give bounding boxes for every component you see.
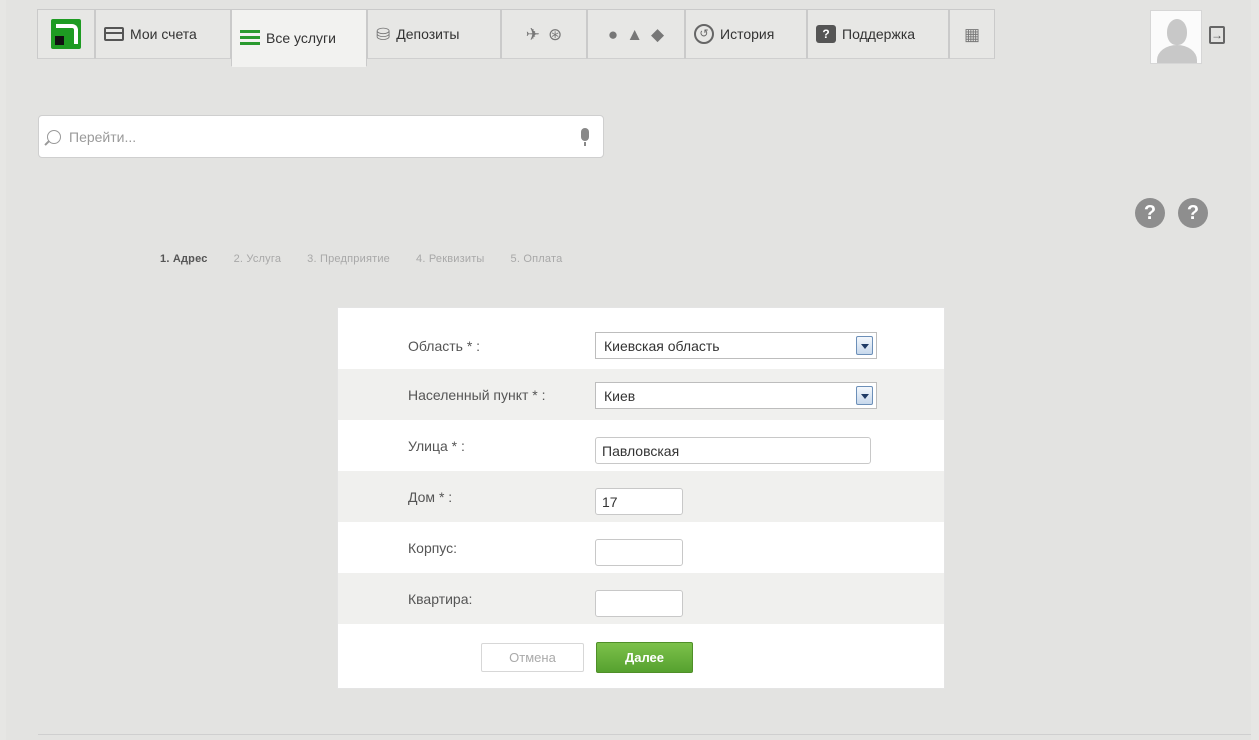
apartment-label: Квартира: [408,591,473,607]
building-label: Корпус: [408,540,458,556]
card-icon [104,27,124,41]
support-icon: ? [816,25,836,43]
city-select[interactable]: Киев [595,382,877,409]
apple-icon: ● [607,24,619,44]
search-box [38,115,604,158]
apartment-field[interactable] [595,590,683,617]
dropdown-arrow-icon[interactable] [856,386,873,405]
tab-deposits-label: Депозиты [396,26,460,42]
tab-mobile-apps[interactable]: ● ▲ ◆ [587,9,685,59]
list-icon [240,30,260,46]
street-row: Улица * : [338,420,944,471]
city-label: Населенный пункт * : [408,387,546,403]
search-icon [47,129,61,144]
tab-support[interactable]: ? Поддержка [807,9,949,59]
history-icon: ↺ [694,24,714,44]
step-details: 4. Реквизиты [416,253,485,265]
wizard-steps: 1. Адрес 2. Услуга 3. Предприятие 4. Рек… [160,253,588,265]
tab-all-services-label: Все услуги [266,30,336,46]
tab-deposits[interactable]: ⛁ Депозиты [367,9,501,59]
city-value: Киев [604,388,636,404]
house-field[interactable] [595,488,683,515]
region-row: Область * : Киевская область [338,320,944,371]
tab-all-services[interactable]: Все услуги [231,9,367,67]
tab-history[interactable]: ↺ История [685,9,807,59]
cancel-button[interactable]: Отмена [481,643,584,672]
tab-travel[interactable]: ✈ ⊛ [501,9,587,59]
microphone-icon[interactable] [581,128,589,146]
dropdown-arrow-icon[interactable] [856,336,873,355]
step-service: 2. Услуга [233,253,282,265]
tab-my-accounts-label: Мои счета [130,26,197,42]
avatar-head [1167,19,1187,45]
region-select[interactable]: Киевская область [595,332,877,359]
tab-support-label: Поддержка [842,26,916,42]
cart-icon: ▦ [963,24,981,44]
house-label: Дом * : [408,489,453,505]
step-payment: 5. Оплата [510,253,563,265]
street-field[interactable] [595,437,871,464]
page: Мои счета Все услуги ⛁ Депозиты ✈ ⊛ ● ▲ … [6,0,1251,740]
next-button[interactable]: Далее [596,642,693,673]
street-label: Улица * : [408,438,465,454]
building-row: Корпус: [338,522,944,573]
apartment-row: Квартира: [338,573,944,624]
tab-history-label: История [720,26,775,42]
logo-icon [51,19,81,49]
search-input[interactable] [67,127,547,146]
city-row: Населенный пункт * : Киев [338,369,944,420]
step-company: 3. Предприятие [307,253,390,265]
help-icon[interactable]: ? [1178,198,1208,228]
home-tab[interactable] [37,9,95,59]
house-row: Дом * : [338,471,944,522]
windows-icon: ◆ [651,24,665,44]
tab-cart[interactable]: ▦ [949,9,995,59]
address-form: Область * : Киевская область Населенный … [337,307,945,689]
help-video-icon[interactable]: ? [1135,198,1165,228]
step-address: 1. Адрес [160,253,208,265]
android-icon: ▲ [626,24,644,44]
exit-icon[interactable]: → [1209,26,1225,44]
user-avatar[interactable] [1150,10,1202,64]
region-label: Область * : [408,338,481,354]
tab-my-accounts[interactable]: Мои счета [95,9,231,59]
divider [38,734,1251,735]
building-field[interactable] [595,539,683,566]
region-value: Киевская область [604,338,720,354]
avatar-body [1157,45,1197,63]
globe-icon: ⊛ [548,24,563,44]
piggybank-icon: ⛁ [376,24,391,44]
transport-icon: ✈ [525,24,540,44]
